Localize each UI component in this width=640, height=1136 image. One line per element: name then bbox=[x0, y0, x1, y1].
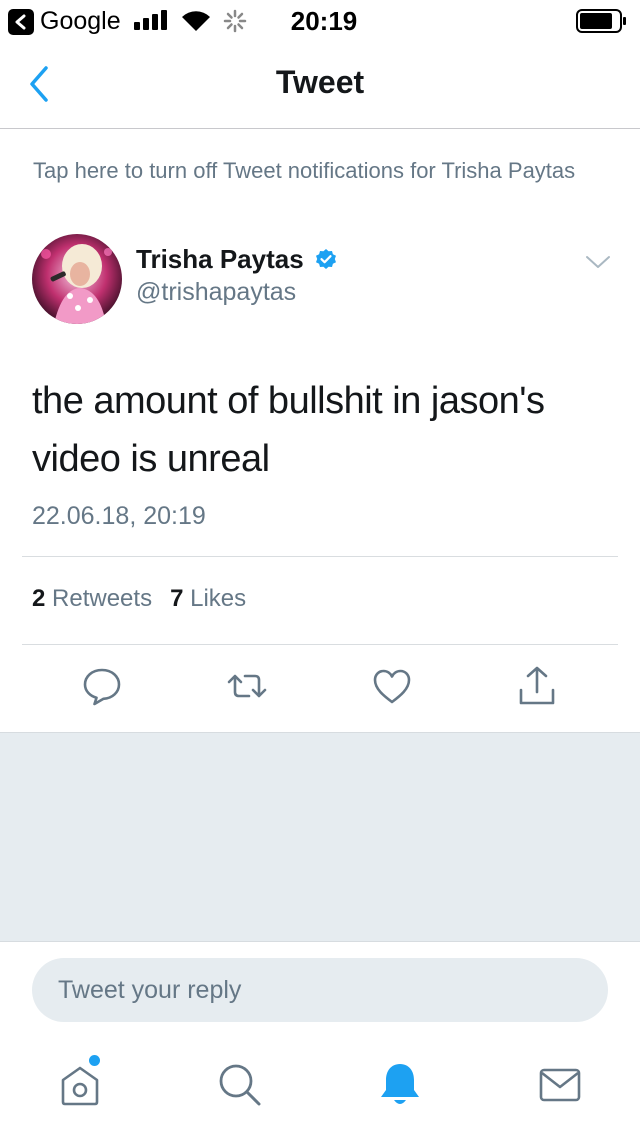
retweets-label: Retweets bbox=[52, 585, 153, 612]
retweets-count: 2 bbox=[32, 585, 46, 612]
author-name-row[interactable]: Trisha Paytas bbox=[136, 244, 338, 275]
chevron-down-icon[interactable] bbox=[584, 252, 612, 272]
reply-icon[interactable] bbox=[80, 664, 124, 708]
notification-banner-text: Tap here to turn off Tweet notifications… bbox=[33, 158, 576, 183]
tweet-detail-screen: Google 20:19 Tweet Tap here to turn off … bbox=[0, 0, 640, 1136]
like-icon[interactable] bbox=[370, 664, 414, 708]
navigation-bar: Tweet bbox=[0, 40, 640, 129]
likes-stat[interactable]: 7 Likes bbox=[170, 585, 246, 613]
verified-badge-icon bbox=[315, 248, 336, 269]
divider bbox=[22, 556, 618, 557]
divider bbox=[22, 644, 618, 645]
messages-icon[interactable] bbox=[535, 1060, 585, 1110]
author-name[interactable]: Trisha Paytas bbox=[136, 244, 304, 275]
avatar-image bbox=[32, 234, 122, 324]
battery-icon bbox=[576, 9, 626, 33]
likes-count: 7 bbox=[170, 585, 184, 612]
tweet-text: the amount of bullshit in jason's video … bbox=[32, 380, 545, 480]
status-bar: Google 20:19 bbox=[0, 0, 640, 40]
notification-banner[interactable]: Tap here to turn off Tweet notifications… bbox=[0, 130, 640, 214]
new-content-dot bbox=[89, 1055, 100, 1066]
notifications-icon[interactable] bbox=[375, 1060, 425, 1110]
status-time: 20:19 bbox=[290, 6, 358, 36]
tweet-timestamp: 22.06.18, 20:19 bbox=[32, 502, 206, 530]
page-title: Tweet bbox=[275, 64, 365, 100]
avatar[interactable] bbox=[32, 234, 122, 324]
retweet-icon[interactable] bbox=[225, 664, 269, 708]
share-icon[interactable] bbox=[515, 664, 559, 708]
reply-input[interactable] bbox=[32, 958, 608, 1022]
home-icon[interactable] bbox=[55, 1060, 105, 1110]
tweet-stats: 2 Retweets 7 Likes bbox=[32, 585, 246, 613]
search-icon[interactable] bbox=[215, 1060, 265, 1110]
tweet-actions bbox=[0, 664, 640, 714]
likes-label: Likes bbox=[190, 585, 247, 612]
replies-area bbox=[0, 732, 640, 942]
author-handle[interactable]: @trishapaytas bbox=[136, 278, 296, 307]
retweets-stat[interactable]: 2 Retweets bbox=[32, 585, 152, 613]
